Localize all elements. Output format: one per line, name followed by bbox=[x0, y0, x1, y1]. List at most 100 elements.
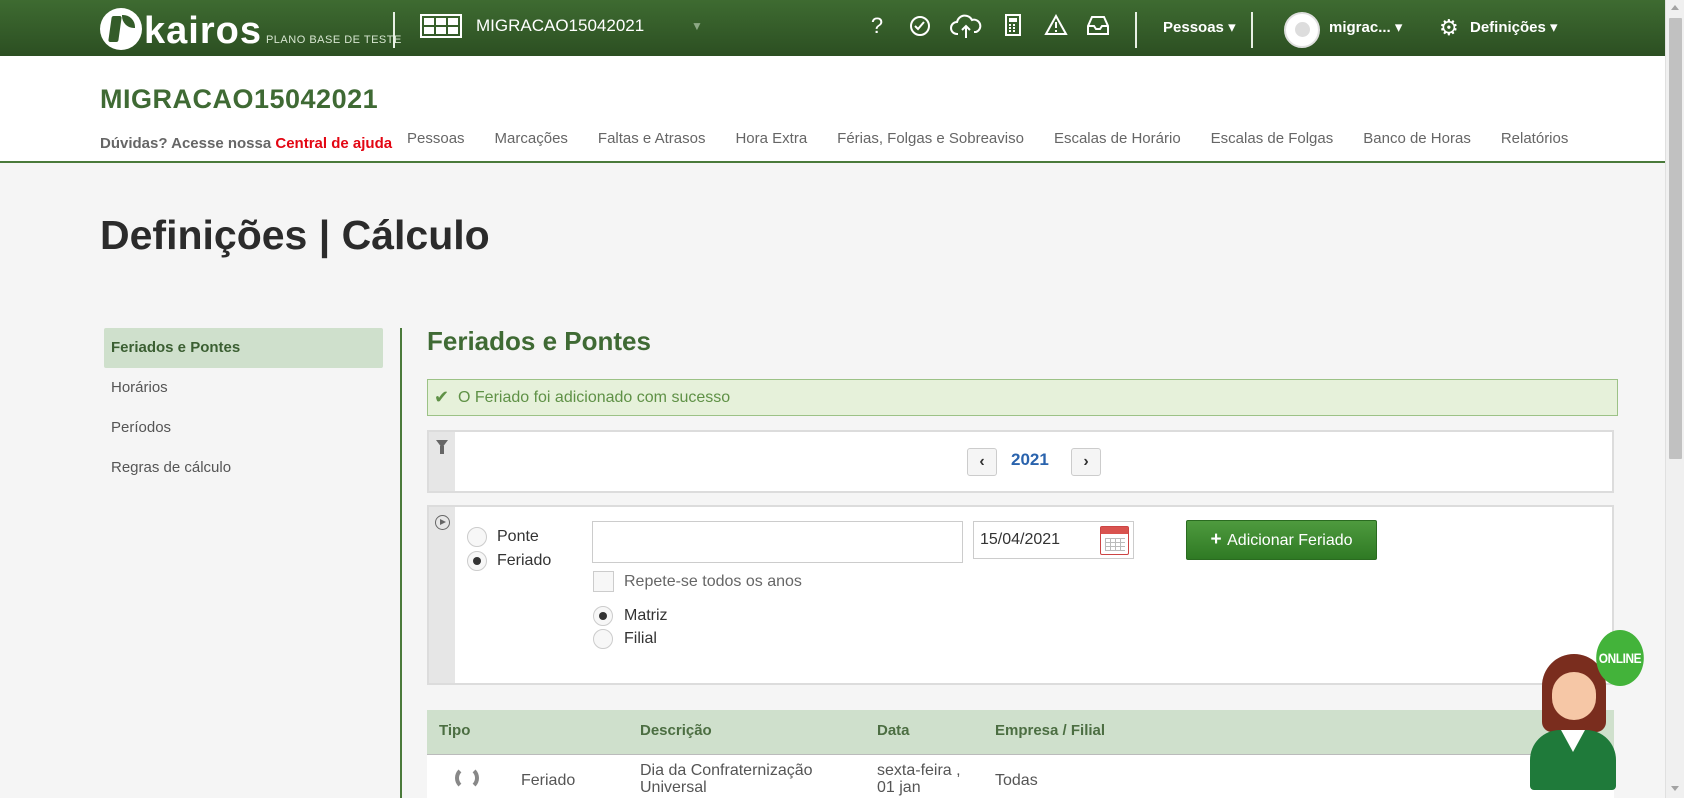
cloud-upload-icon[interactable] bbox=[950, 14, 982, 38]
caret-down-icon: ▾ bbox=[1394, 19, 1403, 36]
radio-matriz-label: Matriz bbox=[624, 607, 668, 624]
panel-sidebar bbox=[429, 432, 455, 491]
radio-matriz[interactable] bbox=[593, 606, 613, 626]
company-selector[interactable]: MIGRACAO15042021 ▼ bbox=[420, 14, 703, 38]
nav-hora-extra[interactable]: Hora Extra bbox=[735, 130, 807, 147]
top-bar: kairos PLANO BASE DE TESTE MIGRACAO15042… bbox=[0, 0, 1665, 56]
alert-text: O Feriado foi adicionado com sucesso bbox=[458, 389, 731, 406]
checkmark-icon: ✔ bbox=[434, 387, 450, 407]
nav-pessoas[interactable]: Pessoas bbox=[407, 130, 465, 147]
table-row[interactable]: Feriado Dia da Confraternização Universa… bbox=[427, 755, 1614, 798]
holidays-table: Tipo Descrição Data Empresa / Filial Fer… bbox=[427, 710, 1614, 798]
nav-faltas-atrasos[interactable]: Faltas e Atrasos bbox=[598, 130, 706, 147]
online-chat-widget[interactable]: ONLINE bbox=[1530, 630, 1644, 798]
panel-sidebar bbox=[429, 507, 455, 683]
help-prefix: Dúvidas? Acesse nossa bbox=[100, 135, 272, 152]
add-holiday-form: Ponte Feriado 15/04/2021 + Adicionar Fer… bbox=[427, 505, 1614, 685]
caret-down-icon: ▾ bbox=[1228, 19, 1236, 36]
main-nav: Pessoas Marcações Faltas e Atrasos Hora … bbox=[407, 130, 1598, 147]
radio-filial-label: Filial bbox=[624, 630, 657, 647]
col-descricao[interactable]: Descrição bbox=[640, 722, 712, 739]
top-icons: ? bbox=[866, 13, 1109, 38]
plus-icon: + bbox=[1210, 529, 1222, 550]
scroll-thumb[interactable] bbox=[1669, 18, 1682, 459]
logo-subtitle: PLANO BASE DE TESTE bbox=[265, 34, 402, 46]
user-menu[interactable]: migrac... ▾ bbox=[1329, 18, 1402, 36]
caret-down-icon: ▾ bbox=[1550, 19, 1558, 36]
cell-data: sexta-feira , 01 jan bbox=[877, 762, 961, 796]
col-empresa[interactable]: Empresa / Filial bbox=[995, 722, 1105, 739]
recurring-icon bbox=[455, 766, 479, 790]
settings-sidebar: Feriados e Pontes Horários Períodos Regr… bbox=[104, 328, 383, 488]
calendar-icon[interactable] bbox=[1100, 526, 1129, 555]
scroll-up-icon[interactable] bbox=[1671, 5, 1679, 10]
avatar[interactable] bbox=[1284, 12, 1320, 48]
kairos-logo[interactable]: kairos PLANO BASE DE TESTE bbox=[100, 6, 402, 50]
company-selector-label: MIGRACAO15042021 bbox=[476, 16, 645, 35]
nav-escalas-horario[interactable]: Escalas de Horário bbox=[1054, 130, 1181, 147]
sidebar-item-periodos[interactable]: Períodos bbox=[104, 408, 383, 448]
chevron-down-icon: ▼ bbox=[691, 19, 703, 33]
add-holiday-label: Adicionar Feriado bbox=[1227, 532, 1353, 549]
gear-icon[interactable]: ⚙ bbox=[1439, 17, 1461, 39]
sidebar-item-feriados[interactable]: Feriados e Pontes bbox=[104, 328, 383, 368]
logo-text: kairos bbox=[144, 10, 262, 52]
col-data[interactable]: Data bbox=[877, 722, 910, 739]
clock-check-icon[interactable] bbox=[908, 14, 930, 38]
page-scrollbar[interactable] bbox=[1665, 0, 1684, 798]
people-menu-label: Pessoas bbox=[1163, 19, 1224, 36]
description-input[interactable] bbox=[592, 521, 963, 563]
nav-marcacoes[interactable]: Marcações bbox=[495, 130, 568, 147]
divider bbox=[393, 12, 395, 48]
filter-icon[interactable] bbox=[436, 440, 448, 454]
calculator-icon[interactable] bbox=[1002, 14, 1024, 38]
radio-feriado[interactable] bbox=[467, 551, 487, 571]
nav-banco-horas[interactable]: Banco de Horas bbox=[1363, 130, 1471, 147]
sidebar-item-horarios[interactable]: Horários bbox=[104, 368, 383, 408]
year-label: 2021 bbox=[1011, 450, 1049, 469]
page-title: Definições | Cálculo bbox=[100, 212, 490, 258]
play-circle-icon[interactable] bbox=[435, 515, 450, 530]
warning-icon[interactable] bbox=[1044, 13, 1068, 38]
prev-year-button[interactable]: ‹ bbox=[967, 448, 997, 476]
next-year-button[interactable]: › bbox=[1071, 448, 1101, 476]
company-grid-icon bbox=[420, 14, 462, 38]
agent-face bbox=[1552, 672, 1596, 720]
people-menu[interactable]: Pessoas ▾ bbox=[1163, 18, 1236, 36]
settings-menu[interactable]: Definições ▾ bbox=[1470, 18, 1558, 36]
content-divider bbox=[400, 328, 402, 798]
company-title: MIGRACAO15042021 bbox=[100, 84, 379, 114]
cell-descricao: Dia da Confraternização Universal bbox=[640, 762, 813, 796]
repeat-yearly-checkbox[interactable] bbox=[593, 571, 614, 592]
section-title: Feriados e Pontes bbox=[427, 326, 651, 356]
nav-ferias-folgas[interactable]: Férias, Folgas e Sobreaviso bbox=[837, 130, 1024, 147]
divider bbox=[1135, 12, 1137, 48]
date-value: 15/04/2021 bbox=[980, 531, 1061, 548]
inbox-icon[interactable] bbox=[1086, 14, 1109, 38]
help-center-link[interactable]: Central de ajuda bbox=[275, 135, 392, 152]
user-menu-label: migrac... bbox=[1329, 19, 1391, 36]
cell-tipo: Feriado bbox=[521, 772, 576, 789]
online-badge: ONLINE bbox=[1596, 630, 1644, 686]
success-alert: ✔ O Feriado foi adicionado com sucesso bbox=[427, 379, 1618, 416]
nav-escalas-folgas[interactable]: Escalas de Folgas bbox=[1211, 130, 1334, 147]
logo-mark-icon bbox=[100, 8, 142, 50]
radio-ponte[interactable] bbox=[467, 527, 487, 547]
date-input[interactable]: 15/04/2021 bbox=[973, 521, 1134, 559]
radio-feriado-label: Feriado bbox=[497, 552, 552, 569]
col-tipo[interactable]: Tipo bbox=[439, 722, 470, 739]
add-holiday-button[interactable]: + Adicionar Feriado bbox=[1186, 520, 1377, 560]
radio-filial[interactable] bbox=[593, 629, 613, 649]
table-header: Tipo Descrição Data Empresa / Filial bbox=[427, 710, 1614, 755]
nav-relatorios[interactable]: Relatórios bbox=[1501, 130, 1569, 147]
year-filter-panel: ‹ 2021 › bbox=[427, 430, 1614, 493]
repeat-yearly-label: Repete-se todos os anos bbox=[624, 573, 802, 590]
cell-empresa: Todas bbox=[995, 772, 1038, 789]
divider bbox=[1251, 12, 1253, 48]
scroll-down-icon[interactable] bbox=[1671, 786, 1679, 791]
radio-ponte-label: Ponte bbox=[497, 528, 539, 545]
sidebar-item-regras[interactable]: Regras de cálculo bbox=[104, 448, 383, 488]
help-icon[interactable]: ? bbox=[866, 14, 888, 38]
settings-menu-label: Definições bbox=[1470, 19, 1546, 36]
page-header: MIGRACAO15042021 Dúvidas? Acesse nossa C… bbox=[0, 56, 1665, 163]
